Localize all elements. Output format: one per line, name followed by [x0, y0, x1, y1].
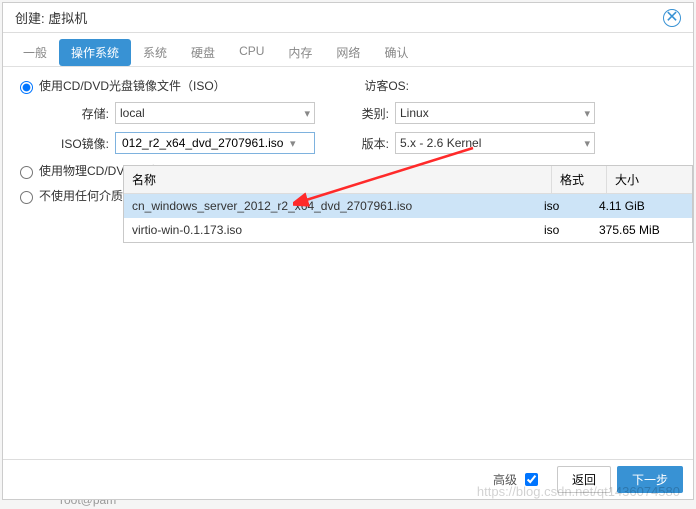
version-value: 5.x - 2.6 Kernel	[400, 136, 481, 150]
back-button[interactable]: 返回	[557, 466, 611, 493]
radio-use-none[interactable]	[20, 191, 33, 204]
radio-use-iso[interactable]	[20, 81, 33, 94]
radio-use-iso-label: 使用CD/DVD光盘镜像文件（ISO）	[39, 77, 226, 94]
storage-label: 存储:	[15, 105, 115, 122]
dropdown-row[interactable]: cn_windows_server_2012_r2_x64_dvd_270796…	[124, 194, 692, 218]
dialog-title: 创建: 虚拟机	[15, 8, 87, 27]
advanced-toggle[interactable]: 高级	[493, 470, 541, 489]
tab-general[interactable]: 一般	[11, 39, 59, 66]
storage-select[interactable]: local ▾	[115, 102, 315, 124]
chevron-down-icon: ▾	[290, 137, 296, 150]
tab-disk[interactable]: 硬盘	[179, 39, 227, 66]
dialog-footer: 高级 返回 下一步	[3, 459, 693, 499]
radio-use-physical[interactable]	[20, 166, 33, 179]
col-size: 大小	[607, 166, 692, 193]
iso-label: ISO镜像:	[15, 135, 115, 152]
next-button[interactable]: 下一步	[617, 466, 683, 493]
iso-combo[interactable]: ▾	[115, 132, 315, 154]
advanced-checkbox[interactable]	[525, 473, 538, 486]
tab-confirm[interactable]: 确认	[372, 39, 420, 66]
tab-network[interactable]: 网络	[324, 39, 372, 66]
chevron-down-icon: ▾	[304, 107, 310, 120]
iso-input[interactable]	[120, 135, 290, 151]
radio-use-none-label: 不使用任何介质	[39, 187, 123, 204]
version-label: 版本:	[335, 135, 395, 152]
chevron-down-icon: ▾	[584, 137, 590, 150]
tab-cpu[interactable]: CPU	[227, 39, 276, 66]
col-format: 格式	[552, 166, 607, 193]
dropdown-row[interactable]: virtio-win-0.1.173.iso iso 375.65 MiB	[124, 218, 692, 242]
guest-os-label: 访客OS:	[335, 77, 415, 94]
iso-dropdown: 名称 格式 大小 cn_windows_server_2012_r2_x64_d…	[123, 165, 693, 243]
category-value: Linux	[400, 106, 429, 120]
chevron-down-icon: ▾	[584, 107, 590, 120]
close-icon[interactable]: ✕	[663, 9, 681, 27]
tab-os[interactable]: 操作系统	[59, 39, 131, 66]
version-select[interactable]: 5.x - 2.6 Kernel ▾	[395, 132, 595, 154]
col-name: 名称	[124, 166, 552, 193]
category-select[interactable]: Linux ▾	[395, 102, 595, 124]
titlebar: 创建: 虚拟机 ✕	[3, 3, 693, 33]
tab-system[interactable]: 系统	[131, 39, 179, 66]
storage-value: local	[120, 106, 145, 120]
tab-memory[interactable]: 内存	[276, 39, 324, 66]
create-vm-dialog: 创建: 虚拟机 ✕ 一般 操作系统 系统 硬盘 CPU 内存 网络 确认 使用C…	[2, 2, 694, 500]
tab-strip: 一般 操作系统 系统 硬盘 CPU 内存 网络 确认	[3, 33, 693, 67]
category-label: 类别:	[335, 105, 395, 122]
dropdown-header: 名称 格式 大小	[124, 166, 692, 194]
